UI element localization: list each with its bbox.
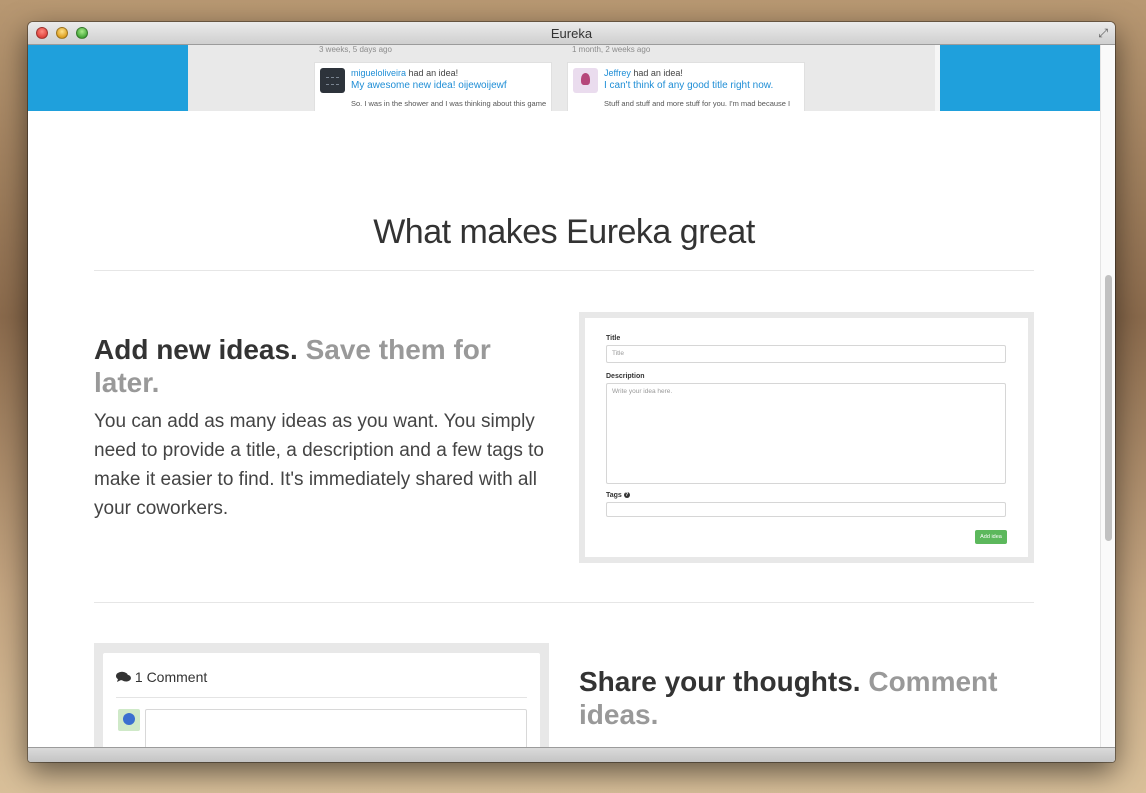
- feed-action: had an idea!: [408, 68, 459, 78]
- feed-username[interactable]: Jeffrey: [604, 68, 631, 78]
- feed-column: 1 month, 2 weeks ago Jeffrey had an idea…: [567, 45, 805, 111]
- scrollbar-thumb[interactable]: [1105, 275, 1112, 541]
- comment-input[interactable]: [145, 709, 527, 747]
- browser-window: Eureka ⤢ 3 weeks, 5 days ago miguelolive…: [28, 22, 1115, 762]
- tags-label-row: Tags ?: [606, 492, 630, 499]
- feed-idea-title[interactable]: My awesome new idea! oijewoijewf: [351, 80, 507, 91]
- feed-user-line: Jeffrey had an idea!: [604, 68, 683, 78]
- feed-time: 3 weeks, 5 days ago: [319, 45, 392, 54]
- add-idea-form-screenshot: Title Title Description Write your idea …: [579, 312, 1034, 563]
- title-input[interactable]: Title: [606, 345, 1006, 363]
- comments-screenshot: 1 Comment: [94, 643, 549, 747]
- feature-heading-add: Add new ideas. Save them for later.: [94, 333, 534, 399]
- feed-card[interactable]: Jeffrey had an idea! I can't think of an…: [567, 62, 805, 111]
- feed-snippet: Stuff and stuff and more stuff for you. …: [604, 99, 791, 108]
- feed-time: 1 month, 2 weeks ago: [572, 45, 651, 54]
- feed-user-line: migueloliveira had an idea!: [351, 68, 458, 78]
- hero-screenshot: 3 weeks, 5 days ago migueloliveira had a…: [188, 45, 940, 111]
- avatar: [320, 68, 345, 93]
- divider: [94, 602, 1034, 603]
- comments-header: 1 Comment: [116, 669, 207, 685]
- comments-icon: [116, 669, 135, 685]
- heading-strong: Add new ideas.: [94, 334, 298, 365]
- window-title: Eureka: [550, 26, 593, 41]
- hero-banner: 3 weeks, 5 days ago migueloliveira had a…: [28, 45, 1100, 111]
- description-textarea[interactable]: Write your idea here.: [606, 383, 1006, 484]
- feature-description-add: You can add as many ideas as you want. Y…: [94, 411, 544, 519]
- feed-card[interactable]: migueloliveira had an idea! My awesome n…: [314, 62, 552, 111]
- feed-snippet: So. I was in the shower and I was thinki…: [351, 99, 547, 108]
- title-bar: Eureka ⤢: [28, 22, 1115, 45]
- tags-label: Tags: [606, 492, 622, 499]
- add-idea-button[interactable]: Add idea: [975, 530, 1007, 544]
- comments-count: 1 Comment: [134, 669, 208, 685]
- divider: [94, 270, 1034, 271]
- help-icon[interactable]: ?: [623, 492, 630, 499]
- vertical-scrollbar[interactable]: [1100, 45, 1115, 747]
- fullscreen-icon[interactable]: ⤢: [1098, 26, 1108, 41]
- feed-username[interactable]: migueloliveira: [351, 68, 406, 78]
- avatar: [118, 709, 140, 731]
- page-viewport: 3 weeks, 5 days ago migueloliveira had a…: [28, 45, 1100, 747]
- feature-heading-share: Share your thoughts. Comment ideas.: [579, 665, 1039, 731]
- feed-idea-title[interactable]: I can't think of any good title right no…: [604, 80, 773, 91]
- avatar: [573, 68, 598, 93]
- title-label: Title: [606, 335, 621, 342]
- comments-panel: 1 Comment: [103, 653, 540, 747]
- feed-column: 3 weeks, 5 days ago migueloliveira had a…: [314, 45, 552, 111]
- form-panel: Title Title Description Write your idea …: [585, 318, 1028, 557]
- status-bar: [28, 747, 1115, 762]
- tags-input[interactable]: [606, 502, 1006, 517]
- feed-action: had an idea!: [633, 68, 683, 78]
- description-label: Description: [606, 373, 645, 380]
- heading-strong: Share your thoughts.: [579, 666, 861, 697]
- divider: [116, 697, 527, 698]
- section-title: What makes Eureka great: [373, 213, 755, 251]
